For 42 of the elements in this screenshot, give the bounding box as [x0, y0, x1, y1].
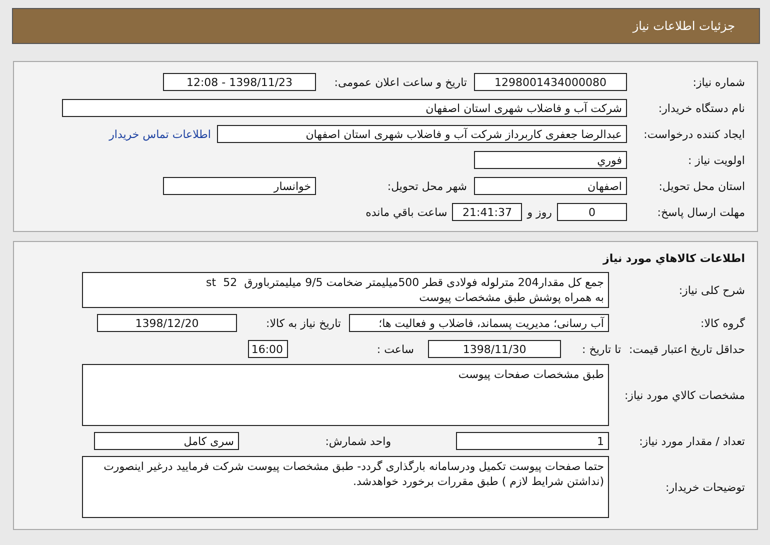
field-label: نام دستگاه خریدار: [657, 102, 745, 114]
buyer-field: شرکت آب و فاضلاب شهری استان اصفهان [62, 99, 627, 117]
validity-date-field: 1398/11/30 [428, 340, 562, 358]
goods-group-field: آب رسانی؛ مدیریت پسماند، فاضلاب و فعالیت ها؛ [349, 314, 609, 332]
city-field: خوانسار [163, 177, 316, 195]
page-title: جزئیات اطلاعات نیاز [632, 19, 735, 33]
field-label: ایجاد کننده درخواست: [642, 128, 745, 140]
section-title: اطلاعات کالاهاي مورد نیاز [602, 251, 745, 267]
field-label: تاریخ نیاز به کالا: [265, 316, 342, 330]
field-label: مشخصات کالاي مورد نیاز: [623, 388, 745, 402]
field-label: تا تاریخ : [581, 342, 622, 356]
field-label: توضیحات خریدار: [664, 480, 745, 494]
priority-field: فوري [474, 151, 627, 169]
province-field: اصفهان [474, 177, 627, 195]
time-remaining-text: ساعت باقي مانده [366, 206, 448, 218]
field-label: مهلت ارسال پاسخ: [656, 206, 745, 218]
days-text: روز و [527, 206, 552, 218]
time-remaining-field: 21:41:37 [452, 203, 522, 221]
need-number-field: 1298001434000080 [474, 73, 627, 91]
field-label: شماره نیاز: [692, 76, 745, 88]
quantity-field: 1 [456, 432, 609, 450]
field-label: اولویت نیاز : [686, 154, 745, 166]
validity-time-field: 16:00 [248, 340, 288, 358]
field-label: استان محل تحویل: [658, 180, 745, 192]
days-field: 0 [557, 203, 627, 221]
field-label: واحد شمارش: [324, 434, 392, 448]
field-label: شهر محل تحویل: [386, 180, 468, 192]
field-label: ساعت : [376, 342, 416, 356]
contact-link[interactable]: اطلاعات تماس خریدار [109, 128, 211, 140]
description-line: به همراه پوشش طبق مشخصات پیوست [418, 290, 604, 305]
field-label: شرح کلی نیاز: [678, 284, 745, 296]
field-label: گروه کالا: [700, 316, 745, 330]
field-label: حداقل تاریخ اعتبار قیمت: [628, 342, 745, 356]
announce-date-field: 1398/11/23 - 12:08 [163, 73, 316, 91]
unit-field: سری کامل [94, 432, 239, 450]
description-line: جمع کل مقدار204 مترلوله فولادی قطر 500میلیمتر ضخامت 9/5 میلیمترباورق st 52 [205, 275, 604, 290]
requester-field: عبدالرضا جعفری کاربرداز شرکت آب و فاضلاب شهری استان اصفهان [217, 125, 627, 143]
field-label: تعداد / مقدار مورد نیاز: [638, 434, 745, 448]
need-date-field: 1398/12/20 [97, 314, 237, 332]
field-label: تاریخ و ساعت اعلان عمومی: [333, 76, 468, 88]
specs-field: طبق مشخصات صفحات پیوست [82, 364, 609, 426]
buyer-notes-field: حتما صفحات پیوست تکمیل ودرسامانه بارگذاری گردد- طبق مشخصات پیوست شرکت فرمایید درغیر اینصورت (نداشتن شرایط لازم ) طبق مقررات برخورد خواهدشد. [82, 456, 609, 518]
